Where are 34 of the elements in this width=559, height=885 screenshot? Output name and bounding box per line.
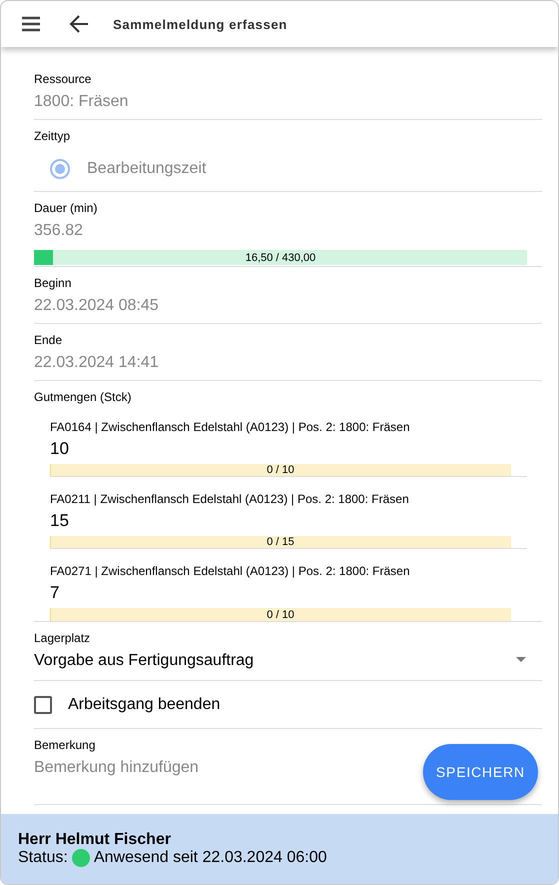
field-value: 356.82: [34, 221, 84, 241]
field-label: Zeittyp: [34, 128, 72, 144]
field-label: Bemerkung: [34, 737, 96, 753]
user-name: Herr Helmut Fischer: [18, 831, 172, 849]
field-value: 1800: Fräsen: [34, 92, 130, 112]
radio-label: Bearbeitungszeit: [87, 160, 206, 178]
checkbox-label: Arbeitsgang beenden: [68, 696, 220, 714]
quantity-value[interactable]: 7: [50, 582, 527, 604]
field-value: 22.03.2024 14:41: [34, 353, 160, 373]
comment-field[interactable]: Bemerkung hinzufügen: [34, 757, 199, 779]
field-label: Dauer (min): [34, 200, 98, 216]
progress-reading: 0 / 15: [266, 536, 294, 548]
order-title: FA0271 | Zwischenflansch Edelstahl (A0123) | Pos. 2: 1800: Fräsen: [50, 563, 411, 579]
order-title: FA0211 | Zwischenflansch Edelstahl (A0123) | Pos. 2: 1800: Fräsen: [50, 491, 410, 507]
status-text: Anwesend seit 22.03.2024 06:00: [94, 849, 327, 867]
checkbox[interactable]: [34, 696, 52, 714]
field-label: Ende: [34, 332, 64, 348]
progress-reading: 0 / 10: [266, 464, 294, 476]
quantity-value[interactable]: 10: [50, 438, 527, 460]
field-label: Beginn: [34, 275, 72, 291]
progress-reading: 16,50 / 430,00: [245, 252, 316, 264]
order-title: FA0164 | Zwischenflansch Edelstahl (A0123) | Pos. 2: 1800: Fräsen: [50, 419, 411, 435]
field-value: 22.03.2024 08:45: [34, 296, 160, 316]
save-button[interactable]: SPEICHERN: [423, 744, 538, 800]
status-label: Status:: [18, 849, 68, 867]
field-label: Gutmengen (Stck): [34, 389, 132, 405]
field-label: Lagerplatz: [34, 630, 92, 646]
page-title: Sammelmeldung erfassen: [113, 16, 288, 32]
radio-button[interactable]: [50, 159, 70, 179]
quantity-value[interactable]: 15: [50, 510, 527, 532]
field-label: Ressource: [34, 71, 92, 87]
select-value[interactable]: Vorgabe aus Fertigungsauftrag: [34, 650, 254, 672]
progress-reading: 0 / 10: [266, 608, 294, 620]
dropdown-caret-icon[interactable]: [516, 656, 526, 662]
